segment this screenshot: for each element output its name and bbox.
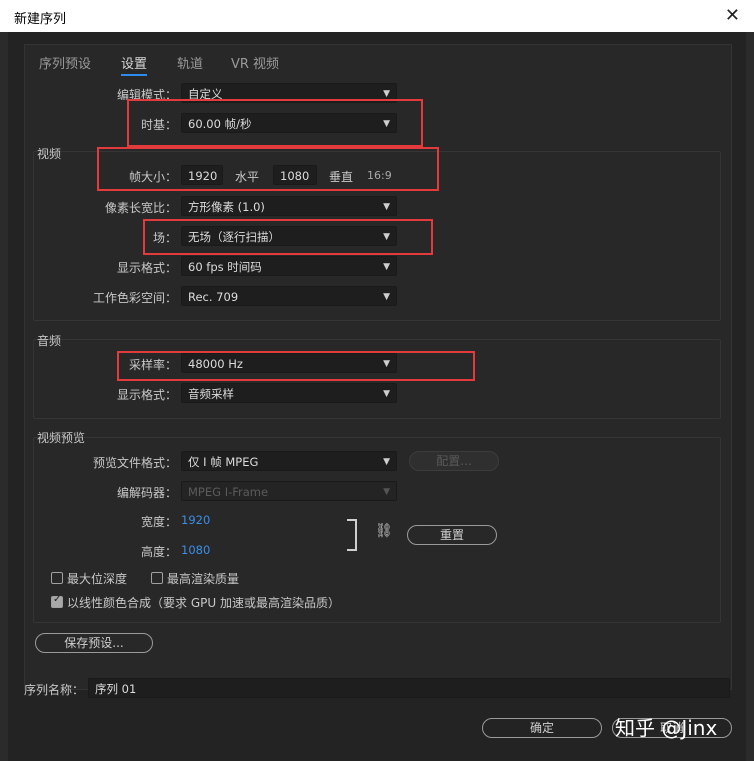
- chevron-down-icon: ▼: [383, 119, 390, 129]
- codec-label: 编解码器：: [116, 486, 177, 500]
- max-bit-depth-checkbox[interactable]: [51, 572, 63, 584]
- video-preview-group-title: 视频预览: [37, 431, 86, 445]
- preview-height-value[interactable]: 1080: [181, 543, 210, 557]
- video-display-format-label: 显示格式：: [116, 261, 177, 275]
- new-sequence-dialog: 序列预设 设置 轨道 VR 视频 编辑模式： 自定义 ▼ 时基： 60.00 帧…: [8, 32, 746, 761]
- horizontal-label: 水平: [235, 170, 260, 184]
- pixel-aspect-select[interactable]: 方形像素 (1.0) ▼: [181, 196, 397, 216]
- fields-select[interactable]: 无场（逐行扫描） ▼: [181, 226, 397, 246]
- sample-rate-select[interactable]: 48000 Hz ▼: [181, 353, 397, 373]
- color-space-select[interactable]: Rec. 709 ▼: [181, 286, 397, 306]
- preview-file-format-value: 仅 I 帧 MPEG: [188, 455, 259, 469]
- vertical-label: 垂直: [329, 170, 354, 184]
- chevron-down-icon: ▼: [383, 359, 390, 369]
- preview-file-format-select[interactable]: 仅 I 帧 MPEG ▼: [181, 451, 397, 471]
- settings-panel: 序列预设 设置 轨道 VR 视频 编辑模式： 自定义 ▼ 时基： 60.00 帧…: [24, 44, 732, 690]
- max-render-quality-checkbox[interactable]: [151, 572, 163, 584]
- chevron-down-icon: ▼: [383, 262, 390, 272]
- linear-color-label: 以线性颜色合成（要求 GPU 加速或最高渲染品质）: [67, 596, 340, 610]
- link-bracket: [347, 519, 357, 551]
- chevron-down-icon: ▼: [383, 202, 390, 212]
- max-render-quality-label: 最高渲染质量: [167, 572, 240, 586]
- fields-value: 无场（逐行扫描）: [188, 230, 280, 244]
- close-icon[interactable]: ✕: [725, 5, 740, 26]
- window-title: 新建序列: [14, 12, 67, 27]
- sample-rate-label: 采样率：: [128, 358, 177, 372]
- codec-select[interactable]: MPEG I-Frame ▼: [181, 481, 397, 501]
- preview-width-label: 宽度：: [140, 515, 177, 529]
- audio-group-title: 音频: [37, 334, 62, 348]
- tab-tracks[interactable]: 轨道: [177, 53, 203, 72]
- frame-height-input[interactable]: 1080: [273, 165, 317, 185]
- color-space-label: 工作色彩空间：: [92, 291, 177, 305]
- timebase-label: 时基：: [140, 118, 177, 132]
- save-preset-button[interactable]: 保存预设...: [35, 633, 153, 653]
- codec-value: MPEG I-Frame: [188, 485, 269, 499]
- edit-mode-select[interactable]: 自定义 ▼: [181, 83, 397, 103]
- ok-button[interactable]: 确定: [482, 718, 602, 738]
- linear-color-checkbox[interactable]: [51, 594, 63, 608]
- edit-mode-label: 编辑模式：: [116, 88, 177, 102]
- pixel-aspect-value: 方形像素 (1.0): [188, 200, 265, 214]
- preview-file-format-label: 预览文件格式：: [92, 456, 177, 470]
- video-display-format-select[interactable]: 60 fps 时间码 ▼: [181, 256, 397, 276]
- video-group-title: 视频: [37, 147, 62, 161]
- chevron-down-icon: ▼: [383, 89, 390, 99]
- chevron-down-icon: ▼: [383, 389, 390, 399]
- timebase-select[interactable]: 60.00 帧/秒 ▼: [181, 113, 397, 133]
- title-bar: 新建序列 ✕: [0, 0, 754, 32]
- max-bit-depth-label: 最大位深度: [67, 572, 128, 586]
- link-icon[interactable]: ⛓: [375, 523, 393, 539]
- audio-group: [33, 339, 721, 419]
- configure-button[interactable]: 配置...: [409, 451, 499, 471]
- chevron-down-icon: ▼: [383, 232, 390, 242]
- fields-label: 场：: [152, 231, 177, 245]
- chevron-down-icon: ▼: [383, 457, 390, 467]
- sample-rate-value: 48000 Hz: [188, 357, 243, 371]
- tab-vr-video[interactable]: VR 视频: [231, 53, 279, 72]
- sequence-name-input[interactable]: 序列 01: [88, 678, 730, 698]
- zhihu-watermark: 知乎 @Jinx: [615, 716, 718, 740]
- audio-display-format-label: 显示格式：: [116, 388, 177, 402]
- audio-display-format-select[interactable]: 音频采样 ▼: [181, 383, 397, 403]
- video-display-format-value: 60 fps 时间码: [188, 260, 262, 274]
- sequence-name-label: 序列名称：: [24, 683, 85, 697]
- preview-width-value[interactable]: 1920: [181, 513, 210, 527]
- reset-button[interactable]: 重置: [407, 525, 497, 545]
- color-space-value: Rec. 709: [188, 290, 239, 304]
- chevron-down-icon: ▼: [383, 292, 390, 302]
- audio-display-format-value: 音频采样: [188, 387, 234, 401]
- edit-mode-value: 自定义: [188, 87, 223, 101]
- pixel-aspect-label: 像素长宽比：: [104, 201, 177, 215]
- aspect-ratio-text: 16:9: [367, 169, 392, 182]
- frame-width-input[interactable]: 1920: [181, 165, 223, 185]
- tab-settings[interactable]: 设置: [121, 53, 148, 76]
- timebase-value: 60.00 帧/秒: [188, 117, 252, 131]
- chevron-down-icon: ▼: [383, 487, 390, 497]
- preview-height-label: 高度：: [140, 545, 177, 559]
- frame-size-label: 帧大小：: [128, 170, 177, 184]
- tab-sequence-presets[interactable]: 序列预设: [39, 53, 91, 72]
